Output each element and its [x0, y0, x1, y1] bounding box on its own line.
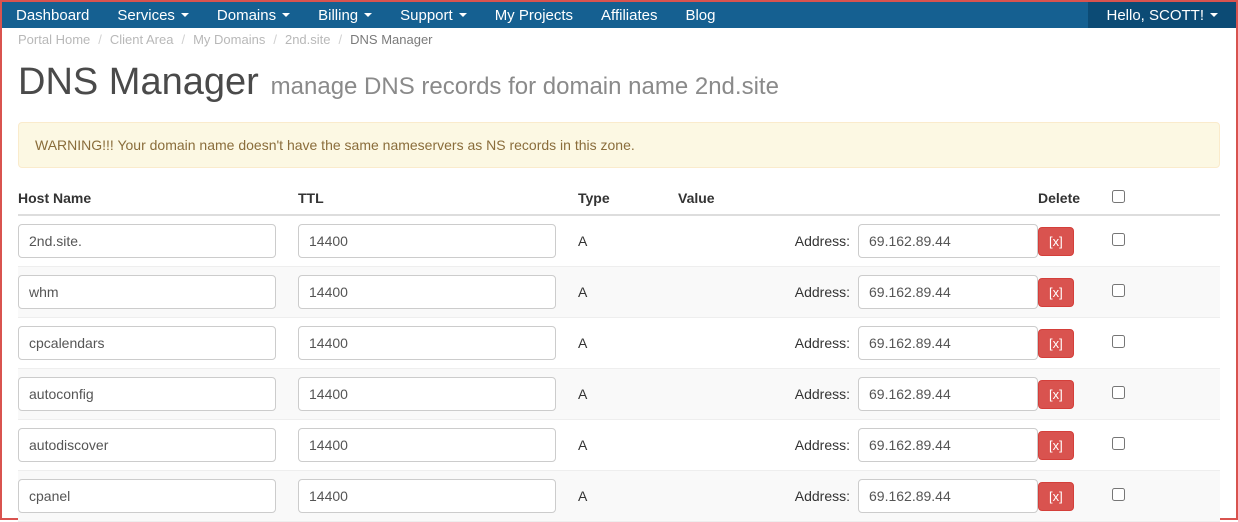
nav-item-label: Blog [685, 7, 715, 24]
host-input[interactable] [18, 428, 276, 462]
breadcrumb-item: DNS Manager [350, 32, 432, 47]
host-input[interactable] [18, 479, 276, 513]
address-label: Address: [795, 386, 850, 402]
warning-alert: WARNING!!! Your domain name doesn't have… [18, 122, 1220, 168]
delete-button[interactable]: [x] [1038, 380, 1074, 409]
breadcrumb-separator: / [273, 32, 277, 47]
breadcrumb: Portal Home / Client Area / My Domains / 2nd.s… [2, 28, 1236, 47]
table-row: A Address: [x] [18, 471, 1220, 522]
host-input[interactable] [18, 326, 276, 360]
nav-item-domains[interactable]: Domains [203, 2, 304, 28]
delete-button[interactable]: [x] [1038, 278, 1074, 307]
table-row: A Address: [x] [18, 369, 1220, 420]
address-input[interactable] [858, 224, 1038, 258]
table-header-row: Host Name TTL Type Value Delete [18, 190, 1220, 216]
dns-table: Host Name TTL Type Value Delete A Address… [18, 190, 1220, 522]
row-checkbox[interactable] [1112, 437, 1125, 450]
nav-item-billing[interactable]: Billing [304, 2, 386, 28]
record-type: A [578, 437, 678, 453]
breadcrumb-item[interactable]: Portal Home [18, 32, 90, 47]
address-input[interactable] [858, 479, 1038, 513]
breadcrumb-separator: / [339, 32, 343, 47]
table-row: A Address: [x] [18, 420, 1220, 471]
nav-item-label: My Projects [495, 7, 573, 24]
nav-item-affiliates[interactable]: Affiliates [587, 2, 671, 28]
address-label: Address: [795, 335, 850, 351]
address-label: Address: [795, 437, 850, 453]
nav-item-support[interactable]: Support [386, 2, 481, 28]
delete-button[interactable]: [x] [1038, 482, 1074, 511]
record-type: A [578, 233, 678, 249]
nav-item-label: Affiliates [601, 7, 657, 24]
top-navbar: Dashboard Services Domains Billing Support My… [2, 2, 1236, 28]
col-value: Value [678, 190, 1038, 206]
breadcrumb-separator: / [98, 32, 102, 47]
address-input[interactable] [858, 326, 1038, 360]
user-menu[interactable]: Hello, SCOTT! [1088, 2, 1236, 28]
col-type: Type [578, 190, 678, 206]
nav-item-label: Support [400, 7, 453, 24]
select-all-checkbox[interactable] [1112, 190, 1125, 203]
user-greeting: Hello, SCOTT! [1106, 7, 1204, 24]
breadcrumb-item[interactable]: My Domains [193, 32, 265, 47]
page-title: DNS Manager [18, 61, 259, 103]
ttl-input[interactable] [298, 428, 556, 462]
chevron-down-icon [1210, 13, 1218, 17]
row-checkbox[interactable] [1112, 386, 1125, 399]
table-row: A Address: [x] [18, 267, 1220, 318]
address-label: Address: [795, 284, 850, 300]
record-type: A [578, 386, 678, 402]
record-type: A [578, 335, 678, 351]
delete-button[interactable]: [x] [1038, 227, 1074, 256]
col-select-all [1098, 190, 1138, 206]
ttl-input[interactable] [298, 479, 556, 513]
address-input[interactable] [858, 377, 1038, 411]
col-host: Host Name [18, 190, 298, 206]
row-checkbox[interactable] [1112, 233, 1125, 246]
breadcrumb-separator: / [181, 32, 185, 47]
nav-item-label: Billing [318, 7, 358, 24]
chevron-down-icon [181, 13, 189, 17]
chevron-down-icon [459, 13, 467, 17]
address-label: Address: [795, 233, 850, 249]
nav-item-blog[interactable]: Blog [671, 2, 729, 28]
nav-item-services[interactable]: Services [103, 2, 203, 28]
nav-item-label: Domains [217, 7, 276, 24]
address-input[interactable] [858, 275, 1038, 309]
row-checkbox[interactable] [1112, 488, 1125, 501]
chevron-down-icon [282, 13, 290, 17]
host-input[interactable] [18, 224, 276, 258]
host-input[interactable] [18, 377, 276, 411]
ttl-input[interactable] [298, 377, 556, 411]
col-ttl: TTL [298, 190, 578, 206]
address-input[interactable] [858, 428, 1038, 462]
table-row: A Address: [x] [18, 318, 1220, 369]
ttl-input[interactable] [298, 224, 556, 258]
breadcrumb-item[interactable]: Client Area [110, 32, 174, 47]
record-type: A [578, 488, 678, 504]
chevron-down-icon [364, 13, 372, 17]
table-row: A Address: [x] [18, 216, 1220, 267]
row-checkbox[interactable] [1112, 284, 1125, 297]
address-label: Address: [795, 488, 850, 504]
record-type: A [578, 284, 678, 300]
ttl-input[interactable] [298, 275, 556, 309]
row-checkbox[interactable] [1112, 335, 1125, 348]
page-subtitle: manage DNS records for domain name 2nd.s… [271, 73, 779, 100]
delete-button[interactable]: [x] [1038, 431, 1074, 460]
nav-item-label: Services [117, 7, 175, 24]
ttl-input[interactable] [298, 326, 556, 360]
nav-item-my-projects[interactable]: My Projects [481, 2, 587, 28]
breadcrumb-item[interactable]: 2nd.site [285, 32, 331, 47]
col-delete: Delete [1038, 190, 1098, 206]
nav-item-label: Dashboard [16, 7, 89, 24]
host-input[interactable] [18, 275, 276, 309]
nav-item-dashboard[interactable]: Dashboard [2, 2, 103, 28]
delete-button[interactable]: [x] [1038, 329, 1074, 358]
